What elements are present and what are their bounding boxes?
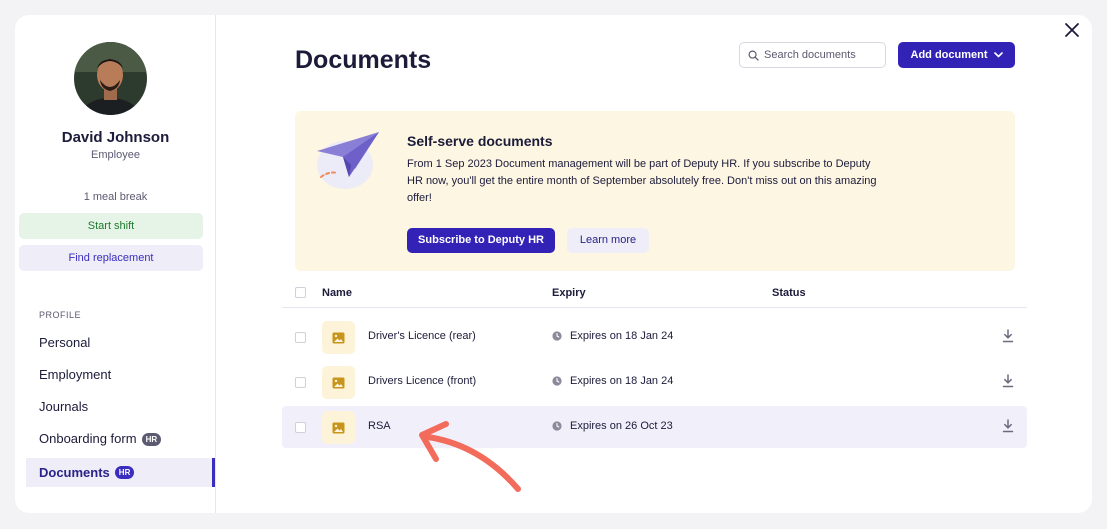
image-file-icon xyxy=(322,321,355,354)
select-all-checkbox[interactable] xyxy=(295,287,306,298)
hr-badge: HR xyxy=(114,466,135,479)
sidebar-item-label: Onboarding form xyxy=(39,431,137,446)
expiry-text: Expires on 18 Jan 24 xyxy=(570,375,674,387)
chevron-down-icon xyxy=(993,52,1003,58)
self-serve-promo-banner: Self-serve documents From 1 Sep 2023 Doc… xyxy=(295,111,1015,271)
learn-more-button[interactable]: Learn more xyxy=(567,228,649,253)
expiry-text: Expires on 26 Oct 23 xyxy=(570,420,673,432)
column-header-status[interactable]: Status xyxy=(772,287,806,299)
column-header-expiry[interactable]: Expiry xyxy=(552,287,586,299)
expiry-cell: Expires on 26 Oct 23 xyxy=(552,420,673,432)
sidebar-item-documents[interactable]: Documents HR xyxy=(26,458,215,487)
search-box[interactable] xyxy=(739,42,886,68)
documents-table: Name Expiry Status Driver's Licence (rea… xyxy=(282,281,1027,448)
table-row[interactable]: Drivers Licence (front) Expires on 18 Ja… xyxy=(282,361,1027,403)
promo-title: Self-serve documents xyxy=(407,133,553,149)
page-title: Documents xyxy=(295,46,432,74)
download-icon[interactable] xyxy=(1002,329,1014,343)
document-name[interactable]: Drivers Licence (front) xyxy=(368,375,476,387)
sidebar-item-onboarding-form[interactable]: Onboarding form HR xyxy=(26,425,215,453)
clock-icon xyxy=(552,421,562,431)
paper-plane-icon xyxy=(317,132,379,189)
meal-break-info: 1 meal break xyxy=(83,191,148,203)
profile-section-label: PROFILE xyxy=(39,310,82,320)
image-file-icon xyxy=(322,366,355,399)
find-replacement-button[interactable]: Find replacement xyxy=(19,245,203,271)
search-input[interactable] xyxy=(764,49,879,61)
sidebar-item-label: Journals xyxy=(39,399,89,414)
subscribe-button[interactable]: Subscribe to Deputy HR xyxy=(407,228,555,253)
expiry-cell: Expires on 18 Jan 24 xyxy=(552,330,673,342)
column-header-name[interactable]: Name xyxy=(322,287,352,299)
documents-modal: David Johnson Employee 1 meal break Star… xyxy=(15,15,1092,513)
clock-icon xyxy=(552,376,562,386)
table-row[interactable]: RSA Expires on 26 Oct 23 xyxy=(282,406,1027,448)
table-row[interactable]: Driver's Licence (rear) Expires on 18 Ja… xyxy=(282,316,1027,358)
sidebar-item-personal[interactable]: Personal xyxy=(26,329,215,357)
close-icon[interactable] xyxy=(1063,21,1081,39)
search-icon xyxy=(748,50,759,61)
promo-text: From 1 Sep 2023 Document management will… xyxy=(407,158,877,204)
download-icon[interactable] xyxy=(1002,374,1014,388)
row-checkbox[interactable] xyxy=(295,377,306,388)
annotation-arrow-icon xyxy=(419,421,521,492)
add-document-button[interactable]: Add document xyxy=(898,42,1015,68)
sidebar-item-label: Documents xyxy=(39,464,110,480)
row-checkbox[interactable] xyxy=(295,422,306,433)
avatar xyxy=(74,42,147,115)
user-role: Employee xyxy=(91,149,140,161)
document-name[interactable]: Driver's Licence (rear) xyxy=(368,330,476,342)
sidebar-item-journals[interactable]: Journals xyxy=(26,393,215,421)
clock-icon xyxy=(552,331,562,341)
row-checkbox[interactable] xyxy=(295,332,306,343)
start-shift-button[interactable]: Start shift xyxy=(19,213,203,239)
profile-sidebar: David Johnson Employee 1 meal break Star… xyxy=(15,15,216,513)
document-name[interactable]: RSA xyxy=(368,420,391,432)
download-icon[interactable] xyxy=(1002,419,1014,433)
sidebar-item-label: Employment xyxy=(39,367,112,382)
expiry-cell: Expires on 18 Jan 24 xyxy=(552,375,673,387)
expiry-text: Expires on 18 Jan 24 xyxy=(570,330,674,342)
image-file-icon xyxy=(322,411,355,444)
add-document-label: Add document xyxy=(910,49,988,61)
sidebar-item-label: Personal xyxy=(39,335,91,350)
hr-badge: HR xyxy=(141,432,162,446)
table-header: Name Expiry Status xyxy=(282,281,1027,308)
sidebar-item-employment[interactable]: Employment xyxy=(26,361,215,389)
user-name: David Johnson xyxy=(61,129,170,146)
